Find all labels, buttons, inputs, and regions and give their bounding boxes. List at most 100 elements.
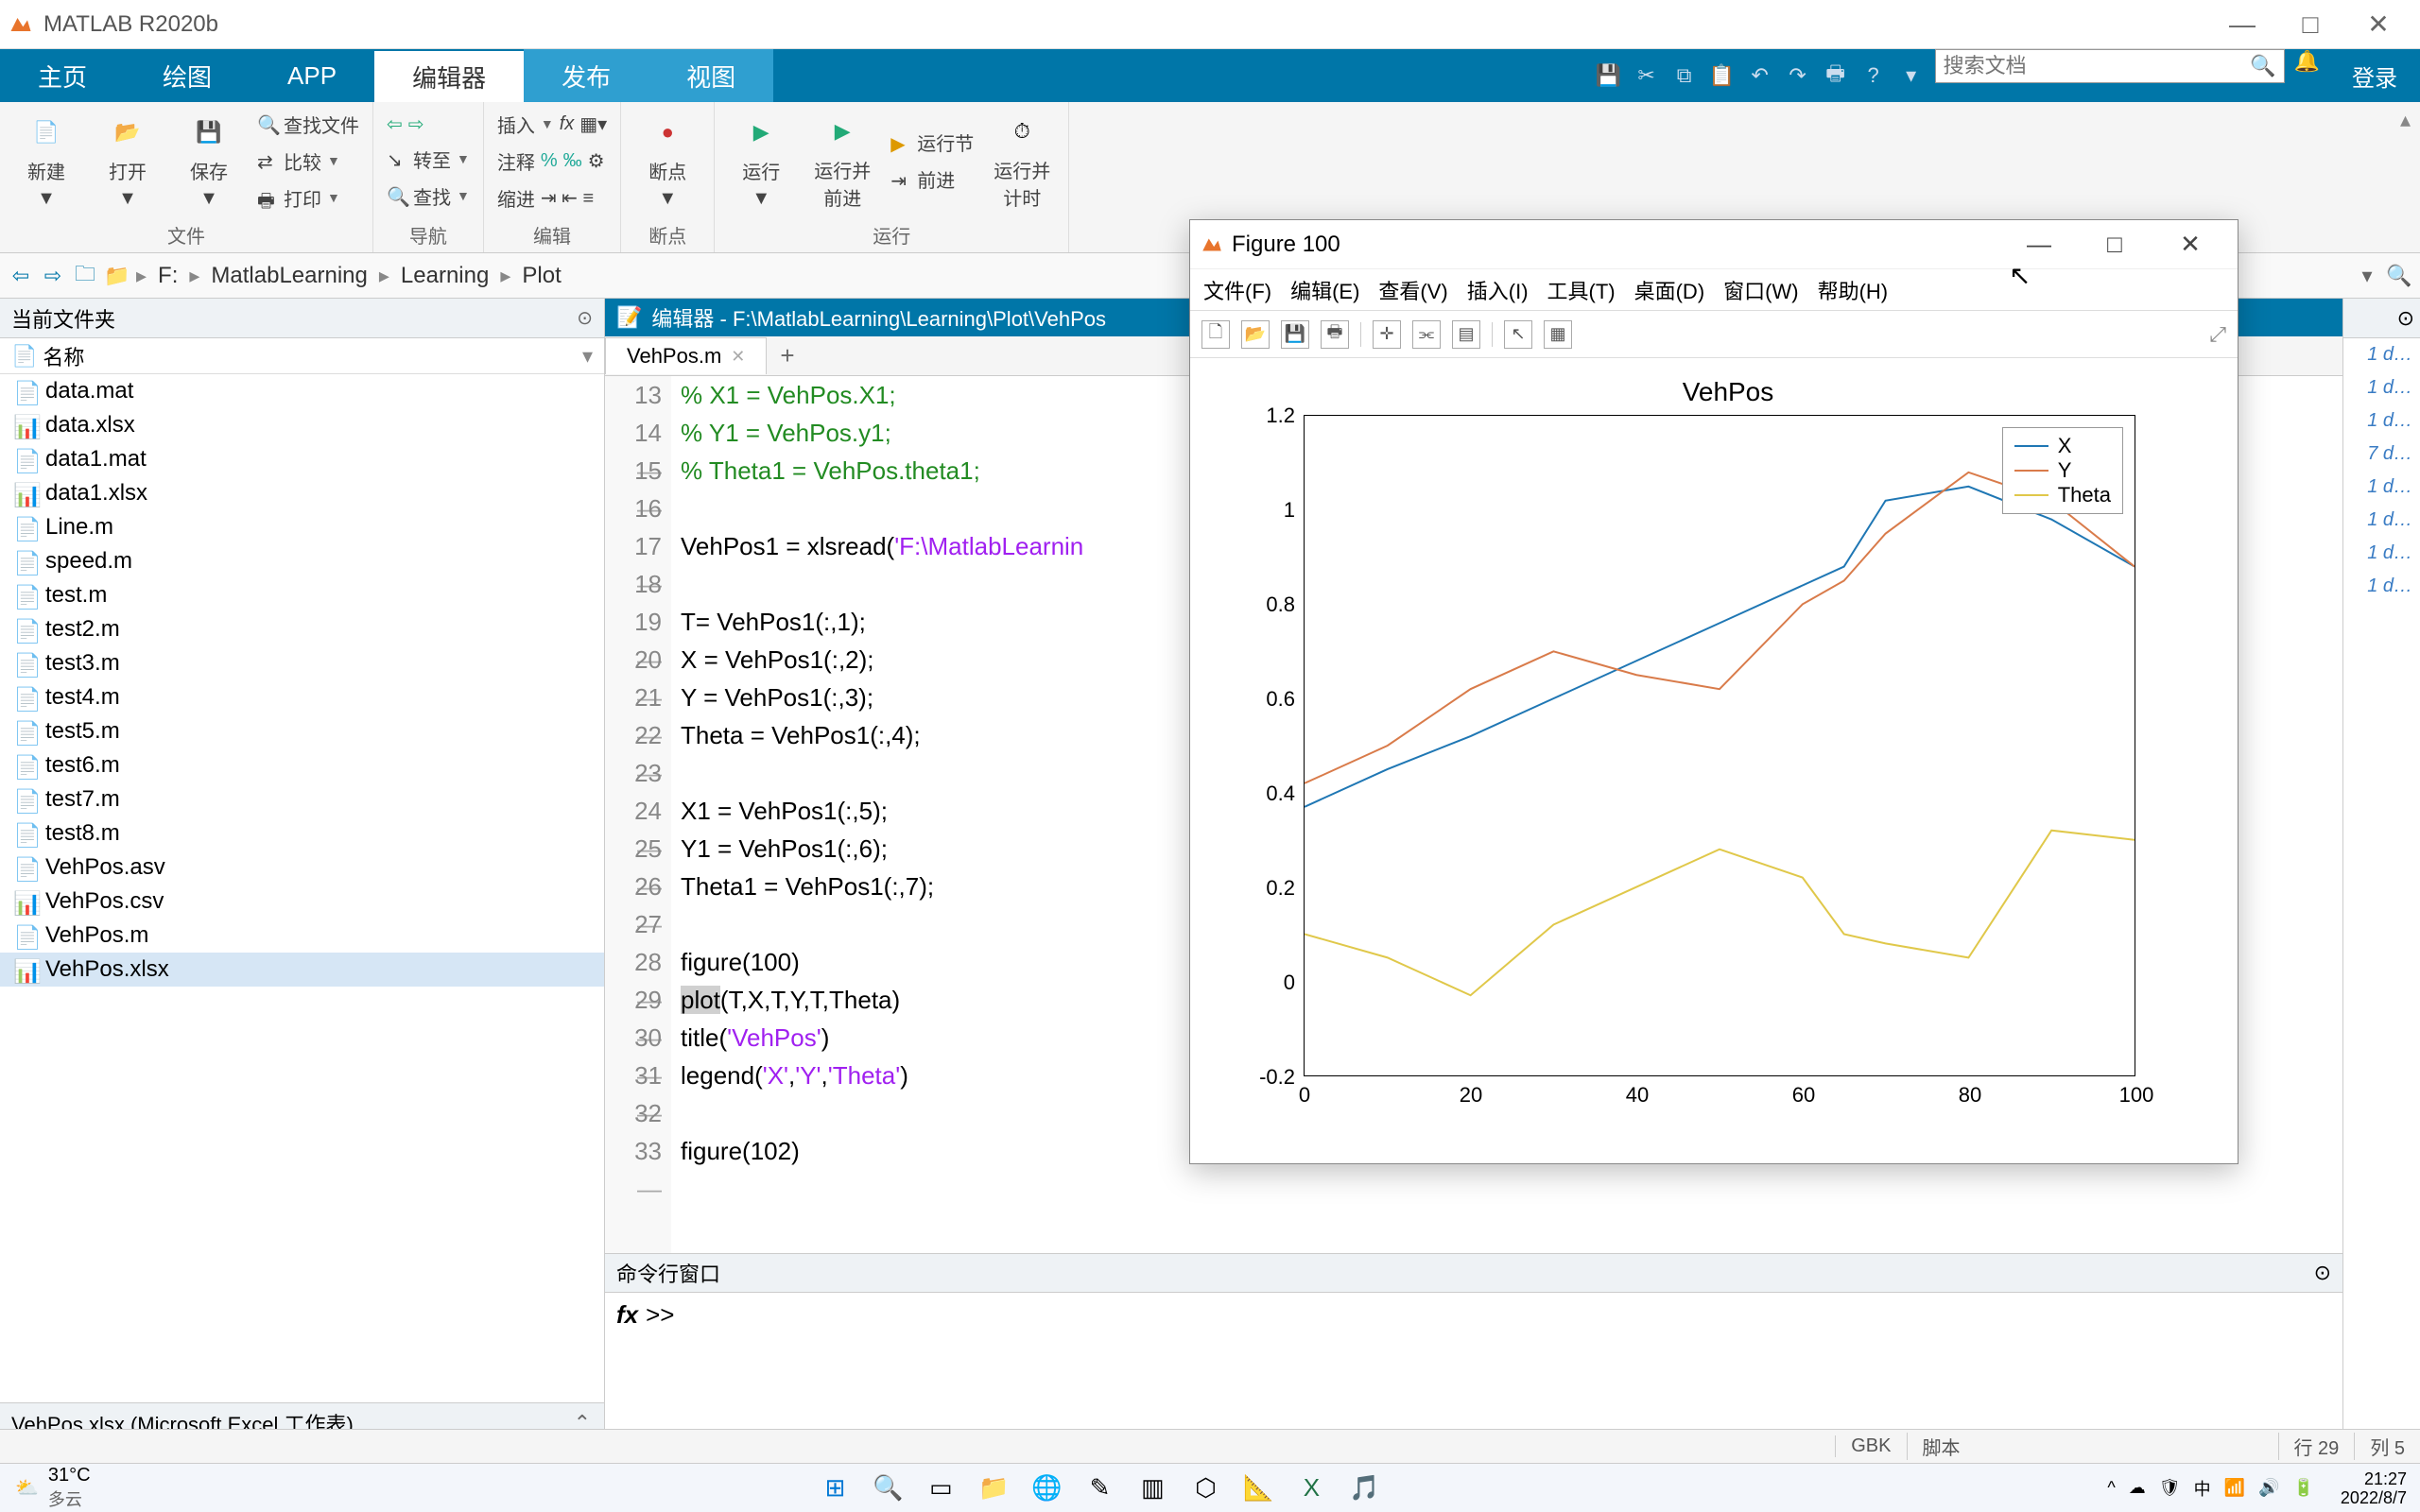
file-row[interactable]: 📊VehPos.csv <box>0 885 604 919</box>
taskbar-clock[interactable]: 21:272022/8/7 <box>2327 1469 2420 1507</box>
defender-icon[interactable]: 🛡 <box>2159 1478 2181 1498</box>
breadcrumb-drive[interactable]: F: <box>152 263 183 289</box>
breakpoints-button[interactable]: ●断点▼ <box>631 112 704 210</box>
fig-link-icon[interactable]: ⫘ <box>1412 320 1441 349</box>
goto-button[interactable]: ↘转至▼ <box>383 144 474 175</box>
addr-search-icon[interactable]: 🔍 <box>2386 263 2412 289</box>
print-button[interactable]: 🖶打印▼ <box>253 182 363 214</box>
editor-tab-vehpos[interactable]: VehPos.m✕ <box>605 337 767 374</box>
comment-button[interactable]: 注释 % ‰ ⚙ <box>493 146 611 177</box>
figure-menu-item[interactable]: 插入(I) <box>1467 275 1529 305</box>
start-button[interactable]: ⊞ <box>815 1469 855 1508</box>
excel-icon[interactable]: X <box>1291 1469 1331 1508</box>
new-button[interactable]: 📄新建▼ <box>9 112 83 210</box>
file-row[interactable]: 📄test3.m <box>0 646 604 680</box>
help-icon[interactable]: ? <box>1861 63 1886 88</box>
add-tab-button[interactable]: + <box>767 341 807 370</box>
encoding-cell[interactable]: GBK <box>1835 1435 1906 1457</box>
file-row[interactable]: 📊data.xlsx <box>0 408 604 442</box>
app1-icon[interactable]: ✎ <box>1080 1469 1119 1508</box>
undo-icon[interactable]: ↶ <box>1748 63 1772 88</box>
figure-menu-item[interactable]: 文件(F) <box>1203 275 1271 305</box>
file-row[interactable]: 📄VehPos.asv <box>0 850 604 885</box>
figure-menu-item[interactable]: 工具(T) <box>1547 275 1616 305</box>
fig-save-icon[interactable]: 💾 <box>1281 320 1309 349</box>
notification-bell-icon[interactable]: 🔔 <box>2285 49 2329 102</box>
file-row[interactable]: 📄VehPos.m <box>0 919 604 953</box>
more-icon[interactable]: ▾ <box>1899 63 1924 88</box>
dropdown-icon[interactable]: ▾ <box>2354 263 2380 289</box>
find-files-button[interactable]: 🔍查找文件 <box>253 109 363 140</box>
up-folder-icon[interactable]: 🗀 <box>72 263 98 289</box>
tab-apps[interactable]: APP <box>250 49 374 102</box>
weather-widget[interactable]: ⛅ 31°C多云 <box>0 1465 106 1511</box>
app3-icon[interactable]: ⬡ <box>1185 1469 1225 1508</box>
save-icon[interactable]: 💾 <box>1597 63 1621 88</box>
fig-datacursor-icon[interactable]: ✛ <box>1373 320 1401 349</box>
matlab-taskbar-icon[interactable]: 📐 <box>1238 1469 1278 1508</box>
fig-docking-icon[interactable]: ⤢ <box>2209 322 2226 347</box>
close-button[interactable]: ✕ <box>2344 0 2412 49</box>
breadcrumb-2[interactable]: Learning <box>395 263 494 289</box>
wifi-icon[interactable]: 📶 <box>2224 1478 2245 1498</box>
file-list[interactable]: 📄data.mat📊data.xlsx📄data1.mat📊data1.xlsx… <box>0 374 604 1402</box>
file-row[interactable]: 📄test5.m <box>0 714 604 748</box>
workspace-menu-icon[interactable]: ⊙ <box>2397 306 2414 331</box>
open-button[interactable]: 📂打开▼ <box>91 112 164 210</box>
figure-menu-item[interactable]: 帮助(H) <box>1818 275 1889 305</box>
tab-publish[interactable]: 发布 <box>524 49 648 102</box>
fig-print-icon[interactable]: 🖶 <box>1321 320 1349 349</box>
fig-colorbar-icon[interactable]: ▤ <box>1452 320 1480 349</box>
edge-icon[interactable]: 🌐 <box>1027 1469 1066 1508</box>
battery-icon[interactable]: 🔋 <box>2293 1478 2314 1498</box>
tab-view[interactable]: 视图 <box>648 49 773 102</box>
fig-maximize-button[interactable]: □ <box>2077 220 2152 269</box>
breadcrumb-3[interactable]: Plot <box>516 263 566 289</box>
close-tab-icon[interactable]: ✕ <box>731 347 745 367</box>
name-column[interactable]: 名称 <box>43 341 84 371</box>
figure-window[interactable]: Figure 100 — □ ✕ 文件(F)编辑(E)查看(V)插入(I)工具(… <box>1189 219 2238 1164</box>
system-tray[interactable]: ^ ☁ 🛡 中 📶 🔊 🔋 <box>2094 1476 2327 1501</box>
tray-chevron-icon[interactable]: ^ <box>2107 1478 2115 1498</box>
run-button[interactable]: ▶运行▼ <box>724 112 798 210</box>
nav-back-fwd[interactable]: ⇦ ⇨ <box>383 111 474 138</box>
fig-minimize-button[interactable]: — <box>2001 220 2077 269</box>
file-row[interactable]: 📄test4.m <box>0 680 604 714</box>
tab-editor[interactable]: 编辑器 <box>374 49 524 102</box>
panel-menu-icon[interactable]: ⊙ <box>577 306 593 330</box>
fig-open-icon[interactable]: 📂 <box>1241 320 1270 349</box>
ime-icon[interactable]: 中 <box>2194 1476 2211 1501</box>
run-time-button[interactable]: ⏱运行并 计时 <box>985 111 1059 211</box>
insert-button[interactable]: 插入 ▼ fx ▦▾ <box>493 109 611 140</box>
fig-pointer-icon[interactable]: ↖ <box>1504 320 1532 349</box>
find-button[interactable]: 🔍查找▼ <box>383 180 474 212</box>
search-icon[interactable]: 🔍 <box>2250 54 2275 78</box>
taskview-icon[interactable]: ▭ <box>921 1469 960 1508</box>
back-icon[interactable]: ⇦ <box>8 263 34 289</box>
breadcrumb-1[interactable]: MatlabLearning <box>205 263 372 289</box>
chart-legend[interactable]: XYTheta <box>2002 427 2123 514</box>
tab-plots[interactable]: 绘图 <box>125 49 250 102</box>
minimize-button[interactable]: — <box>2208 0 2276 49</box>
cmd-menu-icon[interactable]: ⊙ <box>2314 1261 2331 1285</box>
volume-icon[interactable]: 🔊 <box>2258 1478 2279 1498</box>
app2-icon[interactable]: ▥ <box>1132 1469 1172 1508</box>
file-row[interactable]: 📄Line.m <box>0 510 604 544</box>
print-icon[interactable]: 🖶 <box>1824 63 1848 88</box>
advance-button[interactable]: ⇥前进 <box>887 163 977 195</box>
taskbar-search-icon[interactable]: 🔍 <box>868 1469 908 1508</box>
save-button[interactable]: 💾保存▼ <box>172 112 246 210</box>
file-row[interactable]: 📄test6.m <box>0 748 604 782</box>
doc-search[interactable]: 🔍 <box>1935 49 2285 83</box>
forward-icon[interactable]: ⇨ <box>40 263 66 289</box>
copy-icon[interactable]: ⧉ <box>1672 63 1697 88</box>
compare-button[interactable]: ⇄比较▼ <box>253 146 363 177</box>
run-section-button[interactable]: ▶运行节 <box>887 127 977 158</box>
file-row[interactable]: 📊data1.xlsx <box>0 476 604 510</box>
cloud-icon[interactable]: ☁ <box>2129 1478 2146 1498</box>
fig-new-icon[interactable]: 🗋 <box>1201 320 1230 349</box>
figure-menu-item[interactable]: 窗口(W) <box>1723 275 1798 305</box>
paste-icon[interactable]: 📋 <box>1710 63 1735 88</box>
file-row[interactable]: 📄test8.m <box>0 816 604 850</box>
login-link[interactable]: 登录 <box>2329 49 2420 102</box>
